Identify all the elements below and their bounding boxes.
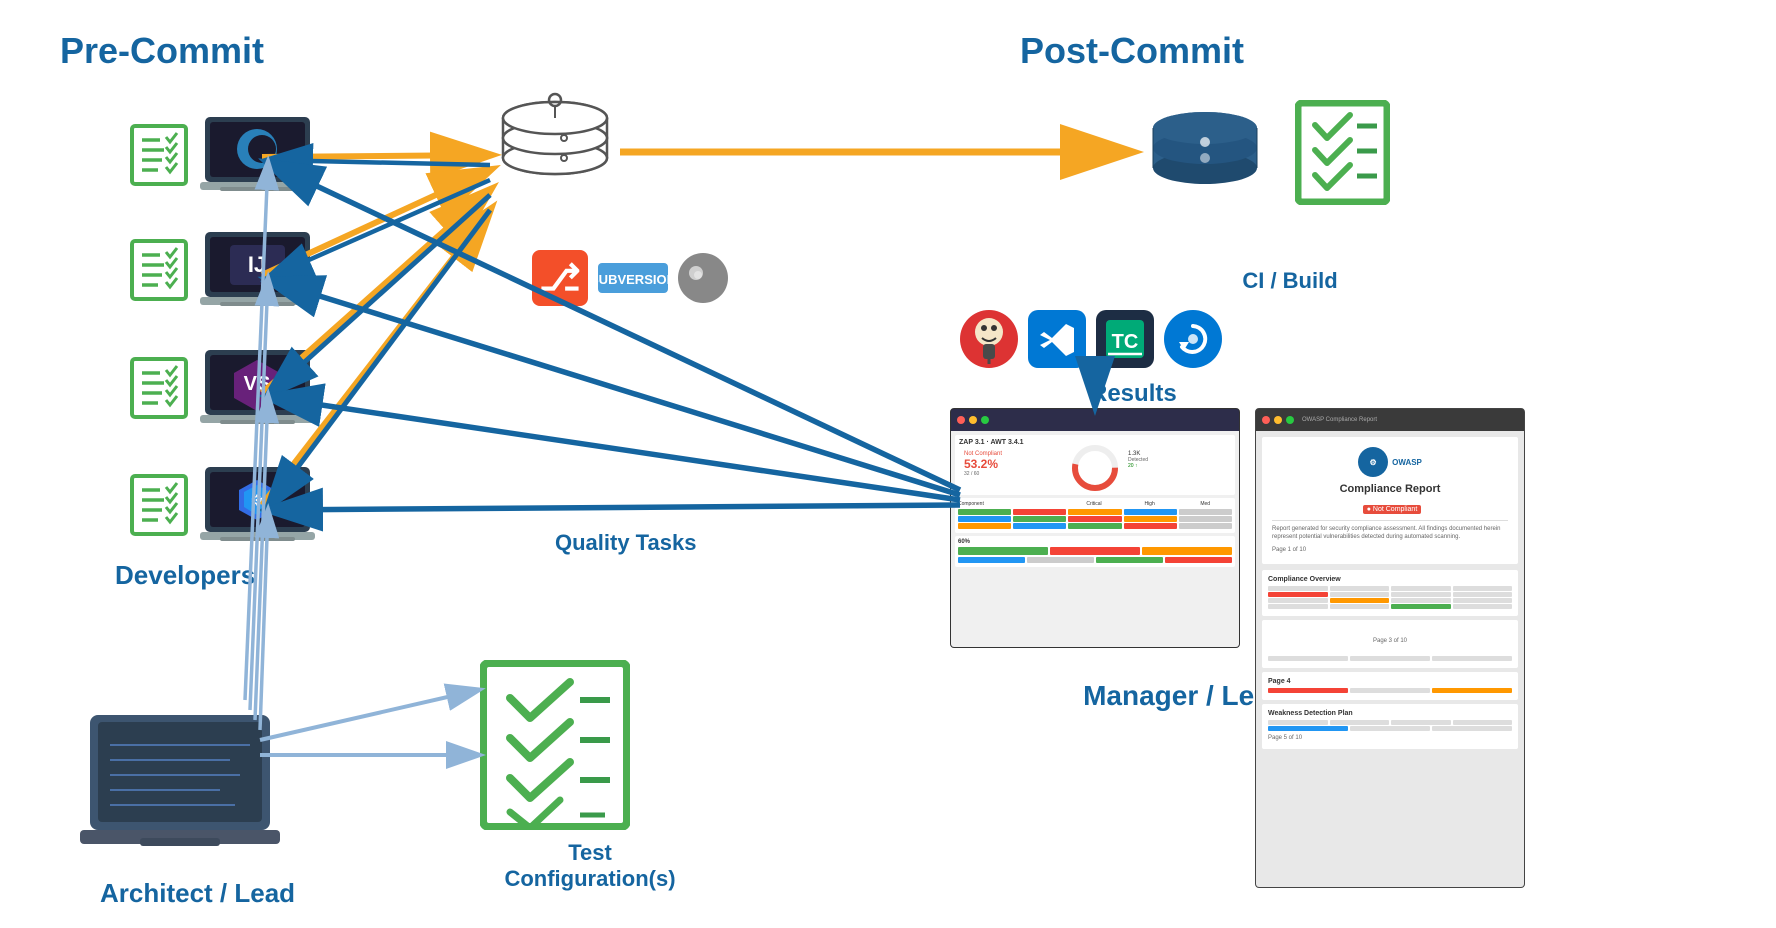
architect-laptop-icon	[80, 710, 280, 855]
checklist-icon-3	[130, 357, 188, 419]
dev-laptop-2: IJ	[130, 230, 315, 310]
post-commit-database	[1140, 100, 1270, 235]
test-config-label: Test Configuration(s)	[490, 840, 690, 892]
ci-build-label: CI / Build	[1190, 268, 1390, 294]
architect-laptop	[80, 710, 280, 860]
azure-devops-icon	[1164, 310, 1222, 368]
checklist-icon-2	[130, 239, 188, 301]
laptop-vs-icon: VS	[200, 348, 315, 428]
vscode-icon	[1028, 310, 1086, 368]
svn-icon: SUBVERSION	[598, 258, 668, 298]
test-config-icon	[480, 660, 630, 835]
svg-text:SUBVERSION: SUBVERSION	[598, 272, 668, 287]
git-icon: ⎇	[530, 248, 590, 308]
vcs-icons-row: ⎇ SUBVERSION	[530, 248, 731, 308]
checklist-icon-4	[130, 474, 188, 536]
post-commit-title: Post-Commit	[1020, 30, 1244, 72]
laptop-eclipse-icon	[200, 115, 315, 195]
svg-text:TC: TC	[1112, 331, 1139, 353]
pre-commit-title: Pre-Commit	[60, 30, 264, 72]
quality-tasks-label: Quality Tasks	[555, 530, 696, 556]
svg-text:IJ: IJ	[248, 252, 266, 277]
central-database-icon	[490, 90, 620, 225]
architect-label: Architect / Lead	[100, 878, 295, 909]
dev-laptop-1	[130, 115, 315, 195]
checklist-icon-1	[130, 124, 188, 186]
developers-label: Developers	[115, 560, 255, 591]
dev-laptop-3: VS	[130, 348, 315, 428]
post-commit-checklist	[1295, 100, 1390, 210]
svg-text:⚙: ⚙	[251, 492, 264, 508]
groovy-icon	[676, 251, 731, 306]
svg-text:⎇: ⎇	[539, 257, 580, 298]
laptop-intellij-icon: IJ	[200, 230, 315, 310]
owasp-report-mockup: OWASP Compliance Report ⚙ OWASP Complian…	[1255, 408, 1525, 888]
svg-text:VS: VS	[244, 373, 271, 395]
dashboard-mockup: ZAP 3.1 · AWT 3.4.1 Not Compliant 53.2% …	[950, 408, 1240, 648]
dev-laptop-4: ⚙	[130, 465, 315, 545]
laptop-azure-icon: ⚙	[200, 465, 315, 545]
jenkins-icon	[960, 310, 1018, 368]
teamcity-icon: TC	[1096, 310, 1154, 368]
ci-tools-row: TC	[960, 310, 1222, 368]
